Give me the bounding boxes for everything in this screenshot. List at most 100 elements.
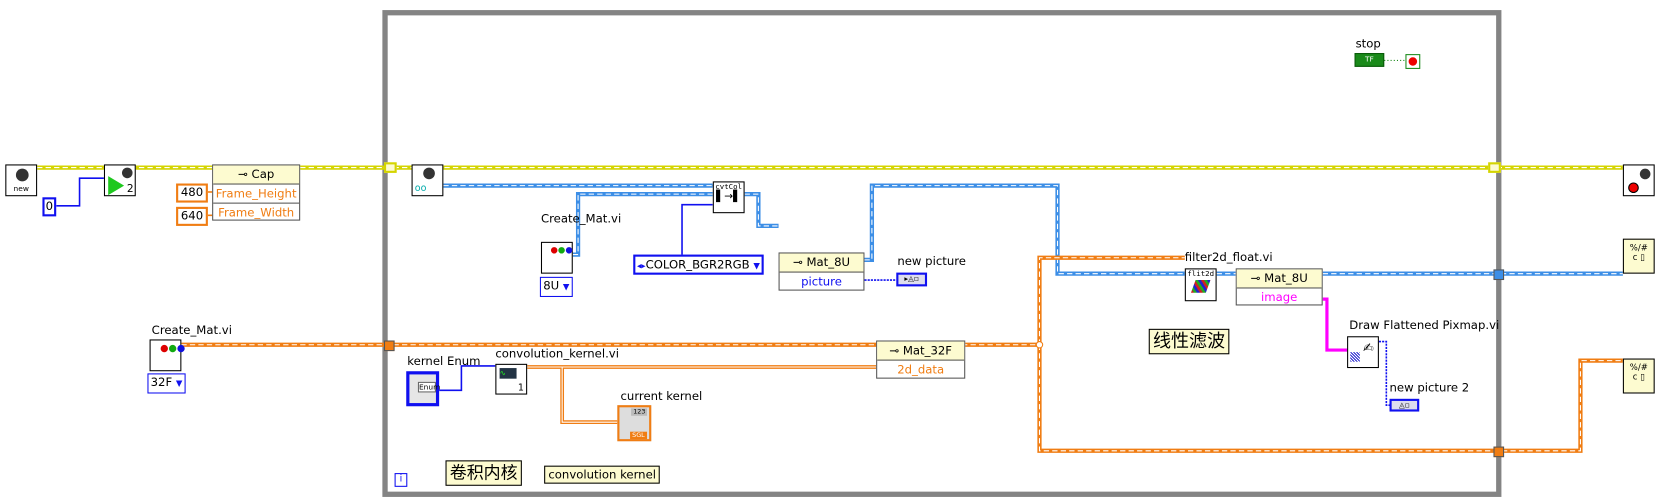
new-picture-terminal[interactable]: ▸◬▫ bbox=[896, 272, 928, 287]
camera-icon bbox=[121, 167, 133, 179]
stop-sign-icon bbox=[1408, 57, 1418, 66]
color-code-enum[interactable]: ◂▸COLOR_BGR2RGB ▼ bbox=[633, 254, 764, 275]
picture2-wire[interactable] bbox=[1378, 340, 1390, 406]
mat32f-row-2d-data[interactable]: 2d_data bbox=[877, 361, 964, 379]
release-mat-node[interactable]: %/# c ▯ bbox=[1622, 238, 1655, 274]
enum-arrows-icon: ◂▸ bbox=[637, 260, 646, 271]
mat-type-dropdown-32f[interactable]: 32F ▼ bbox=[147, 373, 186, 394]
new-node-text: new bbox=[13, 184, 29, 194]
wires-layer bbox=[37, 10, 1623, 497]
linear-filter-note: 线性滤波 bbox=[1148, 328, 1230, 355]
key-icon: ⊸ bbox=[238, 167, 252, 182]
current-kernel-value: 123 bbox=[631, 408, 648, 416]
opencv-icon: ●●● bbox=[160, 343, 186, 355]
cvtcolor-text: cvtCol bbox=[715, 182, 743, 191]
draw-pixmap-node[interactable]: ✍ bbox=[1347, 336, 1379, 369]
orange-tunnel-right[interactable] bbox=[1493, 446, 1505, 458]
shift-register-right[interactable] bbox=[1488, 162, 1501, 173]
release-mat32f-node[interactable]: %/# c ▯ bbox=[1622, 358, 1655, 394]
dropdown-arrow-icon: ▼ bbox=[562, 282, 570, 292]
stop-icon bbox=[1628, 182, 1639, 194]
mat32f-property-node[interactable]: ⊸ Mat_32F 2d_data bbox=[876, 340, 966, 379]
new-picture2-terminal[interactable]: ◬▫ bbox=[1389, 398, 1420, 412]
filter2d-node[interactable]: flit2d bbox=[1184, 268, 1217, 302]
pixmap-wire[interactable] bbox=[1322, 297, 1348, 352]
grid-icon bbox=[1190, 280, 1211, 293]
cap-row-frame-height[interactable]: Frame_Height bbox=[213, 185, 300, 204]
camera-icon bbox=[15, 168, 29, 182]
loop-condition-terminal[interactable] bbox=[1405, 54, 1421, 69]
cap-node-title: Cap bbox=[251, 167, 275, 182]
mat-type-dropdown-8u[interactable]: 8U ▼ bbox=[539, 276, 573, 297]
new-picture2-label: new picture 2 bbox=[1389, 380, 1470, 395]
mat8u-node-title: Mat_8U bbox=[806, 255, 851, 270]
block-diagram: new 0 2 ⊸ Cap Frame_Height Frame_Width 4… bbox=[0, 0, 1660, 501]
color-code-wire[interactable] bbox=[681, 203, 713, 255]
key-icon: ⊸ bbox=[792, 255, 807, 270]
wire-junction bbox=[1035, 341, 1044, 349]
conv-kernel-badge: 1 bbox=[517, 382, 524, 394]
close-camera-node[interactable] bbox=[1622, 164, 1655, 197]
height-const[interactable]: 480 bbox=[176, 183, 208, 203]
hand-icon: ✍ bbox=[1362, 340, 1374, 356]
color-convert-icon: ▌→▌ bbox=[716, 190, 742, 203]
key-icon: ⊸ bbox=[889, 343, 903, 358]
start-node-badge: 2 bbox=[126, 183, 134, 196]
current-kernel-type: SGL bbox=[630, 431, 647, 440]
mat32f-node-title: Mat_32F bbox=[902, 343, 953, 358]
camera-index-wire[interactable] bbox=[56, 177, 104, 207]
key-icon: ⊸ bbox=[1250, 271, 1265, 286]
mat8u-property-node[interactable]: ⊸ Mat_8U picture bbox=[778, 252, 865, 291]
kernel-enum-wire[interactable] bbox=[439, 365, 496, 392]
kernel-enum-control[interactable]: Enum bbox=[406, 371, 441, 407]
inner-create-mat-label: Create_Mat.vi bbox=[540, 212, 622, 226]
new-camera-node[interactable]: new bbox=[5, 164, 38, 197]
draw-pixmap-label: Draw Flattened Pixmap.vi bbox=[1349, 318, 1500, 332]
current-kernel-indicator[interactable]: 123 SGL bbox=[617, 405, 652, 442]
mat8u-image-node-header: ⊸ Mat_8U bbox=[1236, 269, 1322, 289]
dropdown-arrow-icon: ▼ bbox=[175, 378, 183, 389]
conv-kernel-note-en: convolution kernel bbox=[544, 465, 661, 484]
read-frame-node[interactable]: oo bbox=[411, 164, 444, 197]
cap-row-frame-width[interactable]: Frame_Width bbox=[213, 204, 299, 222]
picture-icon: ◬▫ bbox=[1398, 400, 1410, 410]
create-mat-node[interactable]: ●●● bbox=[149, 339, 186, 372]
conv-kernel-note-cn: 卷积内核 bbox=[445, 460, 522, 486]
image-wire[interactable] bbox=[443, 183, 1623, 276]
camera-icon bbox=[423, 167, 435, 180]
mat8u-node-header: ⊸ Mat_8U bbox=[779, 253, 864, 273]
orange-tunnel-left[interactable] bbox=[383, 340, 395, 352]
camera-icon bbox=[1639, 168, 1651, 180]
shift-register-left[interactable] bbox=[383, 162, 397, 173]
opencv-icon: ●●● bbox=[550, 245, 573, 255]
create-mat-label: Create_Mat.vi bbox=[151, 323, 232, 338]
play-icon bbox=[108, 176, 125, 196]
dropdown-arrow-icon: ▼ bbox=[753, 260, 760, 271]
camera-index-const[interactable]: 0 bbox=[42, 197, 57, 217]
convolution-kernel-vi-label: convolution_kernel.vi bbox=[495, 346, 619, 361]
current-kernel-label: current kernel bbox=[620, 389, 703, 404]
inner-create-mat-node[interactable]: ●●● bbox=[540, 241, 573, 274]
mat32f-node-header: ⊸ Mat_32F bbox=[877, 341, 965, 361]
kernel-enum-label: kernel Enum bbox=[407, 354, 481, 369]
mat8u-image-node-title: Mat_8U bbox=[1264, 271, 1308, 286]
picture-icon: ▸◬▫ bbox=[904, 274, 919, 284]
filter2d-text: flit2d bbox=[1187, 269, 1215, 278]
release-icon: %/# c ▯ bbox=[1629, 362, 1648, 382]
new-picture-label: new picture bbox=[897, 254, 966, 269]
blue-tunnel-right[interactable] bbox=[1493, 269, 1505, 281]
filter2d-label: filter2d_float.vi bbox=[1184, 250, 1273, 265]
mat8u-row-image[interactable]: image bbox=[1237, 289, 1322, 307]
start-camera-node[interactable]: 2 bbox=[103, 164, 136, 197]
convolution-kernel-node[interactable]: ∿ 1 bbox=[495, 363, 528, 395]
release-icon: %/# c ▯ bbox=[1629, 242, 1648, 262]
cap-node-header: ⊸ Cap bbox=[213, 165, 300, 185]
width-const[interactable]: 640 bbox=[176, 206, 208, 226]
kernel-enum-text: Enum bbox=[417, 381, 441, 393]
stop-button[interactable]: TF bbox=[1354, 53, 1385, 67]
cap-property-node[interactable]: ⊸ Cap Frame_Height Frame_Width bbox=[212, 164, 301, 222]
mat8u-image-property-node[interactable]: ⊸ Mat_8U image bbox=[1235, 268, 1323, 307]
cvtcolor-node[interactable]: cvtCol ▌→▌ bbox=[712, 181, 745, 214]
mat8u-row-picture[interactable]: picture bbox=[780, 273, 864, 291]
info-icon[interactable]: i bbox=[394, 473, 408, 487]
